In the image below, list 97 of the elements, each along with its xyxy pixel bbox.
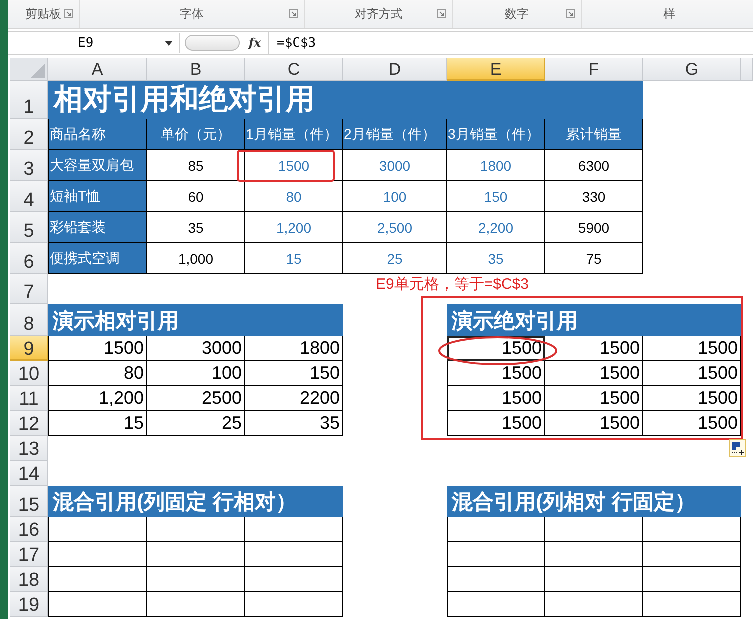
table-cell: 1500 <box>545 361 643 386</box>
table-cell: 100 <box>343 181 447 212</box>
row-header[interactable]: 10 <box>10 361 48 386</box>
product-name-cell: 大容量双肩包 <box>48 150 147 181</box>
table-cell: 2200 <box>245 386 343 411</box>
table-cell: 25 <box>147 411 245 436</box>
table-cell: 1500 <box>48 336 147 361</box>
row-header[interactable]: 17 <box>10 542 48 567</box>
row-header[interactable]: 16 <box>10 517 48 542</box>
ribbon-group-label: 样 <box>664 6 676 22</box>
table-cell: 80 <box>48 361 147 386</box>
table-cell: 2,500 <box>343 212 447 243</box>
ribbon-group-label: 字体 <box>180 6 204 22</box>
column-header[interactable]: E <box>447 58 545 81</box>
table-cell: 5900 <box>545 212 643 243</box>
table-cell: 2,200 <box>447 212 545 243</box>
row-header[interactable]: 11 <box>10 386 48 411</box>
row-header[interactable]: 8 <box>10 304 48 336</box>
row-header[interactable]: 13 <box>10 436 48 461</box>
column-header[interactable]: D <box>343 58 447 81</box>
table-cell: 1,200 <box>245 212 343 243</box>
table-cell: 35 <box>447 243 545 274</box>
row-header[interactable]: 6 <box>10 243 48 274</box>
column-header[interactable]: C <box>245 58 343 81</box>
sheet-title: 相对引用和绝对引用 <box>48 81 643 119</box>
row-header[interactable]: 9 <box>10 336 48 361</box>
table-cell: 1500 <box>643 386 741 411</box>
table-cell: 1500 <box>447 411 545 436</box>
section-title: 演示相对引用 <box>48 304 343 336</box>
table-cell: 1500 <box>643 336 741 361</box>
insert-function-button[interactable]: fx <box>244 36 266 50</box>
row-header[interactable]: 7 <box>10 274 48 304</box>
column-heading: 3月销量（件） <box>447 119 545 150</box>
row-header[interactable]: 1 <box>10 81 48 119</box>
column-heading: 单价（元） <box>147 119 245 150</box>
paste-options-icon[interactable] <box>729 439 746 457</box>
table-cell: 80 <box>245 181 343 212</box>
table-cell: 1,000 <box>147 243 245 274</box>
column-header[interactable]: A <box>48 58 147 81</box>
table-cell: 3000 <box>147 336 245 361</box>
annotation-text: E9单元格，等于=$C$3 <box>375 275 530 295</box>
table-cell: 1800 <box>245 336 343 361</box>
table-cell: 35 <box>245 411 343 436</box>
table-cell: 15 <box>48 411 147 436</box>
ribbon-group-label: 剪贴板 <box>25 6 62 22</box>
table-cell: 1500 <box>643 361 741 386</box>
column-heading: 2月销量（件） <box>343 119 447 150</box>
ribbon-group-label: 对齐方式 <box>354 6 403 22</box>
row-header[interactable]: 18 <box>10 567 48 592</box>
table-cell: 150 <box>447 181 545 212</box>
dropdown-caret-icon[interactable] <box>165 41 173 46</box>
table-cell: 1500 <box>545 386 643 411</box>
row-header[interactable]: 19 <box>10 592 48 617</box>
formula-bar-handle[interactable] <box>185 35 240 51</box>
row-header[interactable]: 4 <box>10 181 48 212</box>
table-cell: 1500 <box>447 361 545 386</box>
table-cell: 330 <box>545 181 643 212</box>
table-cell: 1500 <box>447 386 545 411</box>
table-cell: 1,200 <box>48 386 147 411</box>
column-header[interactable]: G <box>643 58 741 81</box>
row-header[interactable]: 5 <box>10 212 48 243</box>
table-cell: 35 <box>147 212 245 243</box>
table-cell: 1500 <box>245 150 343 181</box>
table-cell: 60 <box>147 181 245 212</box>
table-cell: 2500 <box>147 386 245 411</box>
column-header[interactable]: B <box>147 58 245 81</box>
name-box[interactable]: E9 <box>10 33 180 53</box>
table-cell: 75 <box>545 243 643 274</box>
table-cell: 85 <box>147 150 245 181</box>
ribbon-group-label: 数字 <box>504 6 529 22</box>
column-heading: 商品名称 <box>48 119 147 150</box>
column-header[interactable]: F <box>545 58 643 81</box>
product-name-cell: 彩铅套装 <box>48 212 147 243</box>
table-cell: 3000 <box>343 150 447 181</box>
table-cell: 6300 <box>545 150 643 181</box>
formula-text[interactable]: =$C$3 <box>277 36 316 50</box>
section-title: 混合引用(列固定 行相对） <box>48 486 343 517</box>
column-heading: 累计销量 <box>545 119 643 150</box>
product-name-cell: 短袖T恤 <box>48 181 147 212</box>
product-name-cell: 便携式空调 <box>48 243 147 274</box>
table-cell: 150 <box>245 361 343 386</box>
table-cell: 1800 <box>447 150 545 181</box>
table-cell: 1500 <box>447 336 545 361</box>
row-header[interactable]: 15 <box>10 486 48 517</box>
row-header[interactable]: 12 <box>10 411 48 436</box>
table-cell: 25 <box>343 243 447 274</box>
column-heading: 1月销量（件） <box>245 119 343 150</box>
table-cell: 100 <box>147 361 245 386</box>
table-cell: 1500 <box>643 411 741 436</box>
section-title: 演示绝对引用 <box>447 304 741 336</box>
table-cell: 1500 <box>545 411 643 436</box>
table-cell: 15 <box>245 243 343 274</box>
row-header[interactable]: 14 <box>10 461 48 486</box>
row-header[interactable]: 3 <box>10 150 48 181</box>
table-cell: 1500 <box>545 336 643 361</box>
section-title: 混合引用(列相对 行固定） <box>447 486 741 517</box>
row-header[interactable]: 2 <box>10 119 48 150</box>
